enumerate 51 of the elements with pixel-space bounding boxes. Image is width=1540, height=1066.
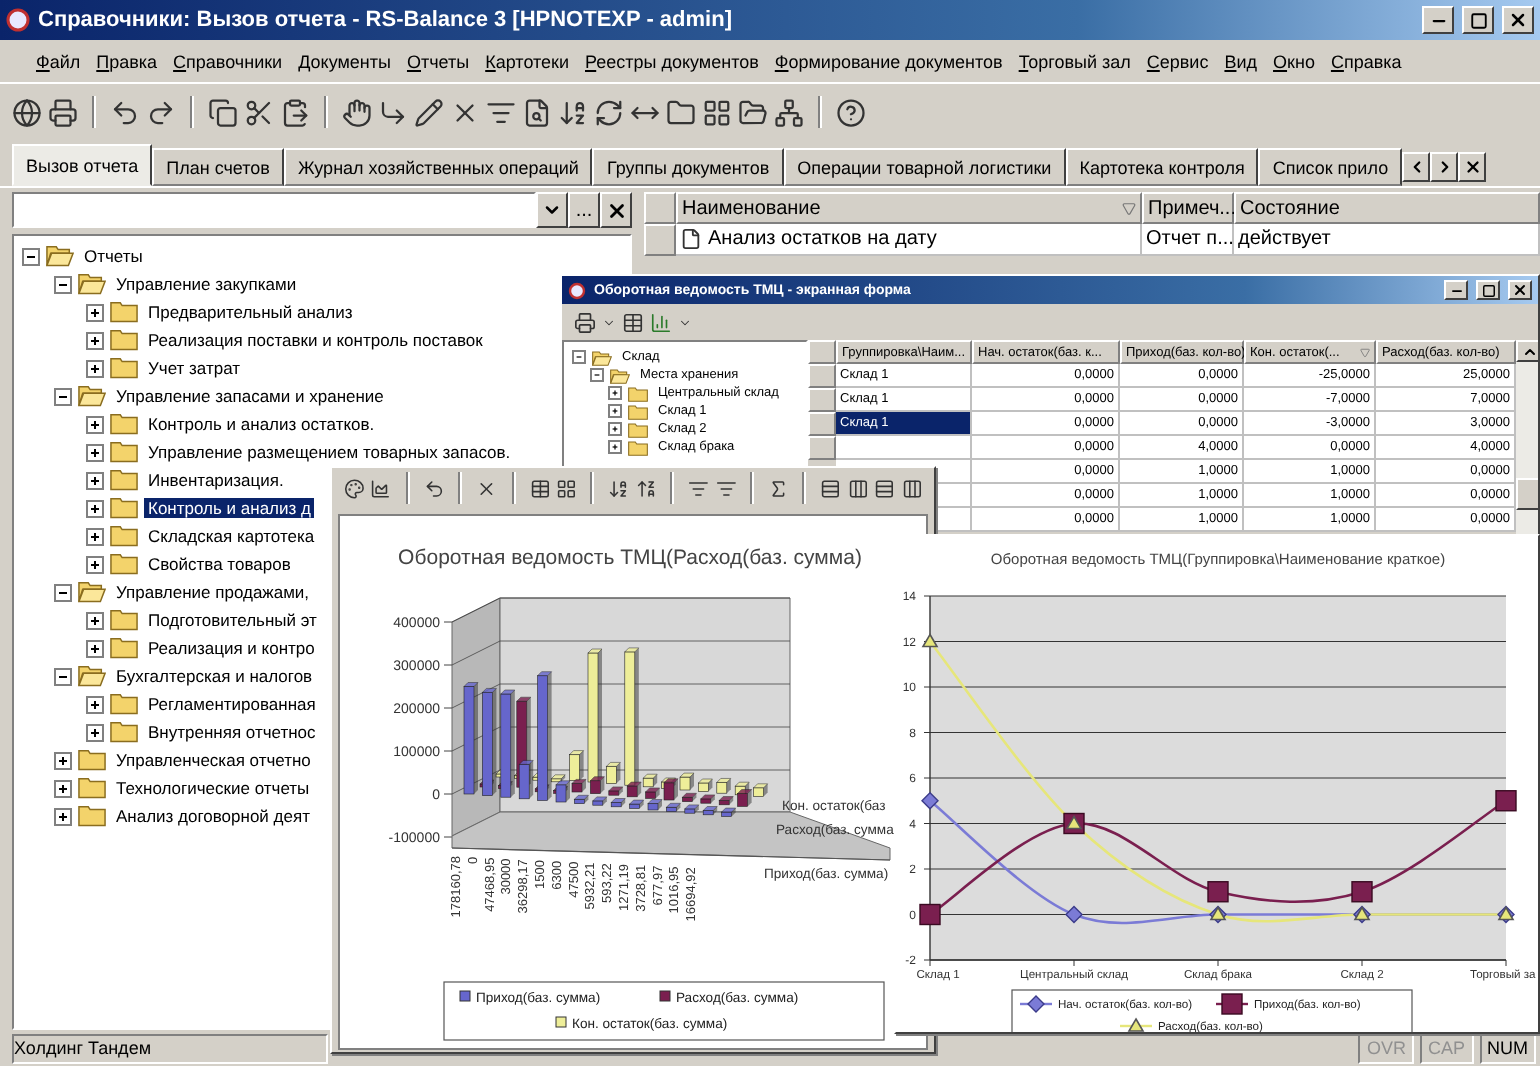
tree-item[interactable]: Реализация и контро <box>144 638 319 658</box>
menu-item[interactable]: Справка <box>1330 51 1402 71</box>
tab[interactable]: Журнал хозяйственных операций <box>283 148 593 186</box>
tree-item[interactable]: Управление закупками <box>112 274 301 294</box>
menu-item[interactable]: Вид <box>1224 51 1258 71</box>
tree-item[interactable]: Контроль и анализ д <box>144 498 315 518</box>
table-cell: Анализ остатков на дату <box>676 224 1142 256</box>
tree-item[interactable]: Управление запасами и хранение <box>112 386 388 406</box>
tree-item[interactable]: Контроль и анализ остатков. <box>144 414 379 434</box>
menu-item[interactable]: Формирование документов <box>774 51 1003 71</box>
column-header[interactable]: Примеч... <box>1142 192 1234 224</box>
column-header[interactable]: Состояние <box>1234 192 1540 224</box>
menu-item[interactable]: Правка <box>96 51 158 71</box>
menu-item[interactable]: Окно <box>1273 51 1315 71</box>
tree-item[interactable]: Предварительный анализ <box>144 302 357 322</box>
tab[interactable]: Вызов отчета <box>12 144 153 186</box>
menu-item[interactable]: Сервис <box>1146 51 1209 71</box>
menu-item[interactable]: Документы <box>298 51 391 71</box>
menu-item[interactable]: Картотеки <box>485 51 569 71</box>
tree-item[interactable]: Внутренняя отчетнос <box>144 722 320 742</box>
tree-item[interactable]: Технологические отчеты <box>112 778 314 798</box>
chart-title: Оборотная ведомость ТМЦ(Расход(баз. сумма) <box>398 546 862 570</box>
menu-item[interactable]: Торговый зал <box>1018 51 1131 71</box>
tree-item[interactable]: Управление продажами, <box>112 582 314 602</box>
tree-item[interactable]: Управление размещением товарных запасов. <box>144 442 515 462</box>
tree-item[interactable]: Управленческая отчетно <box>112 750 315 770</box>
menu-item[interactable]: Отчеты <box>406 51 470 71</box>
tree-item[interactable]: Реализация поставки и контроль поставок <box>144 330 487 350</box>
table-cell: Отчет п... <box>1142 224 1234 256</box>
tab[interactable]: План счетов <box>152 148 284 186</box>
column-header[interactable]: Наименование <box>676 192 1142 224</box>
tab[interactable]: Картотека контроля <box>1065 148 1259 186</box>
tree-item[interactable]: Бухгалтерская и налогов <box>112 666 317 686</box>
status-text: Холдинг Тандем <box>12 1033 328 1063</box>
menu-item[interactable]: Файл <box>36 51 81 71</box>
window-title: Справочники: Вызов отчета - RS-Balance 3 [HPNOTEXP - admin] <box>38 8 734 32</box>
tab[interactable]: Операции товарной логистики <box>783 148 1066 186</box>
tree-item[interactable]: Учет затрат <box>144 358 245 378</box>
tree-item[interactable]: Инвентаризация. <box>144 470 288 490</box>
tree-item[interactable]: Складская картотека <box>144 526 319 546</box>
tree-item[interactable]: Анализ договорной деят <box>112 806 314 826</box>
tree-item[interactable]: Регламентированная <box>144 694 320 714</box>
tree-item[interactable]: Отчеты <box>80 246 147 266</box>
tree-item[interactable]: Свойства товаров <box>144 554 295 574</box>
tab[interactable]: Список прило <box>1258 148 1403 186</box>
tab[interactable]: Группы документов <box>592 148 784 186</box>
menu-item[interactable]: Реестры документов <box>585 51 759 71</box>
table-cell: действует <box>1234 224 1540 256</box>
tree-item[interactable]: Подготовительный эт <box>144 610 321 630</box>
browse-button[interactable]: ... <box>568 192 600 228</box>
menu-item[interactable]: Справочники <box>173 51 283 71</box>
